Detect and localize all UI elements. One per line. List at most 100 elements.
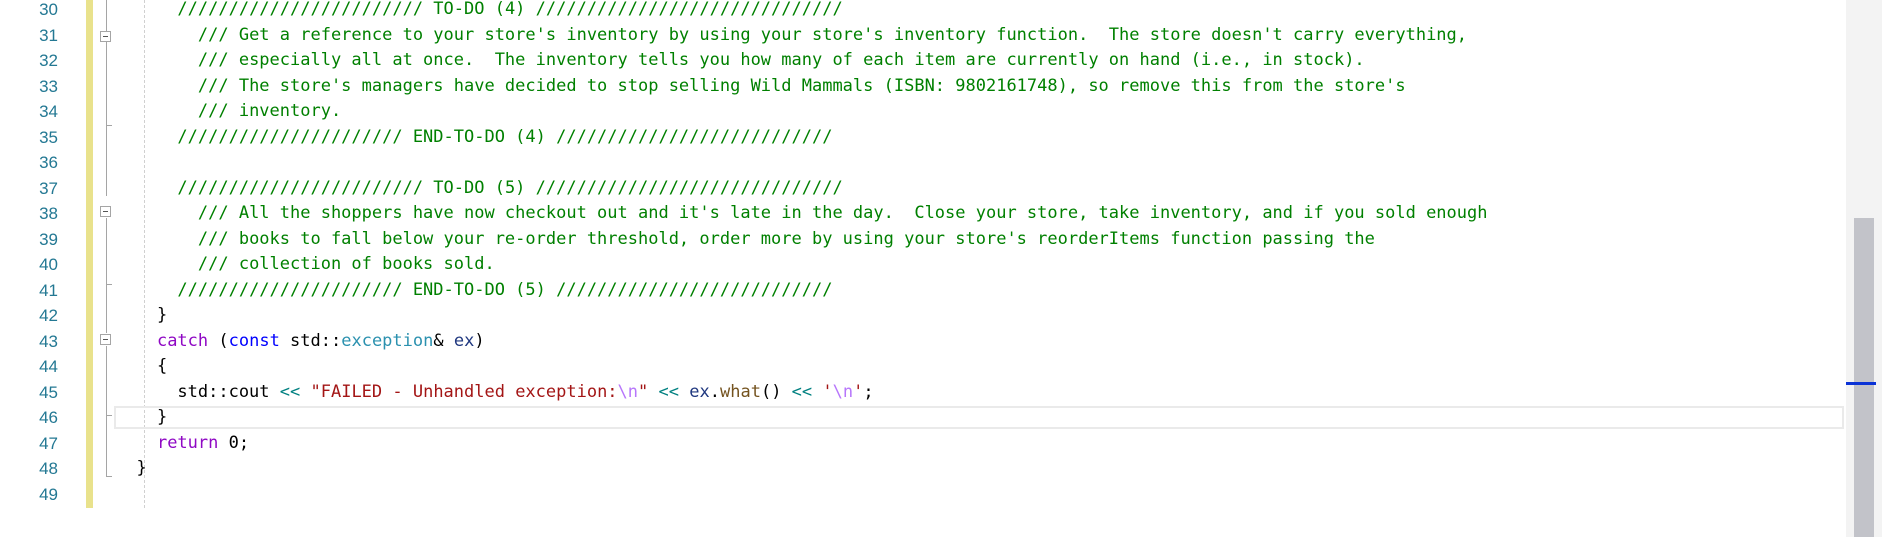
code-token: /// collection of books sold.: [197, 254, 495, 274]
line-number: 36: [39, 153, 58, 172]
line-number: 37: [39, 178, 58, 198]
line-number: 43: [39, 331, 58, 351]
code-line[interactable]: //////////////////////// TO-DO (5) /////…: [116, 176, 1836, 202]
line-number: 45: [39, 382, 58, 402]
code-line[interactable]: ////////////////////// END-TO-DO (4) ///…: [116, 125, 1836, 151]
change-tracking-bar: [86, 0, 93, 508]
code-line[interactable]: /// All the shoppers have now checkout o…: [116, 201, 1836, 227]
code-token: <<: [791, 381, 813, 402]
code-token: (): [760, 381, 792, 402]
line-number: 48: [39, 459, 58, 478]
code-token: std::: [279, 330, 342, 351]
line-number: 31: [39, 25, 58, 45]
line-number: 35: [39, 127, 58, 147]
line-number: 47: [39, 433, 58, 453]
code-line[interactable]: /// The store's managers have decided to…: [116, 74, 1836, 100]
line-number-gutter: 30 31 32 33 34 35 36 37 38 39 40 41 42 43 44 45 46 47 48 49: [0, 0, 72, 507]
code-token: ////////////////////// END-TO-DO (5) ///…: [177, 279, 833, 300]
code-token: &: [433, 330, 454, 351]
code-token: \n: [832, 381, 854, 402]
code-token: \n: [617, 381, 639, 402]
code-token: ": [638, 381, 649, 402]
code-token: /// The store's managers have decided to…: [197, 75, 1406, 96]
code-token: {: [116, 356, 168, 376]
code-token: ;: [863, 381, 874, 402]
code-line[interactable]: }: [116, 303, 1836, 329]
code-token: 0;: [218, 432, 250, 453]
code-token: "FAILED - Unhandled exception:: [310, 381, 618, 402]
code-token: const: [228, 330, 280, 351]
code-token: /// Get a reference to your store's inve…: [197, 24, 1468, 45]
code-line[interactable]: /// books to fall below your re-order th…: [116, 227, 1836, 253]
code-token: }: [116, 305, 168, 325]
code-editor[interactable]: 30 31 32 33 34 35 36 37 38 39 40 41 42 43 44 45 46 47 48 49…: [0, 0, 1882, 537]
code-token: ////////////////////// END-TO-DO (4) ///…: [177, 126, 833, 147]
code-token: //////////////////////// TO-DO (5) /////…: [177, 177, 843, 198]
code-token: /// inventory.: [197, 101, 342, 121]
code-token: ex: [689, 381, 710, 402]
code-line[interactable]: ////////////////////// END-TO-DO (5) ///…: [116, 278, 1836, 304]
code-token: <<: [279, 381, 301, 402]
line-number: 32: [39, 51, 58, 70]
code-line[interactable]: /// inventory.: [116, 99, 1836, 125]
code-token: /// All the shoppers have now checkout o…: [197, 203, 1488, 223]
code-token: .: [709, 381, 720, 402]
code-line[interactable]: catch (const std::exception& ex): [116, 329, 1836, 355]
code-token: (: [208, 330, 229, 351]
line-number: 46: [39, 408, 58, 427]
code-token: }: [116, 407, 168, 427]
code-line[interactable]: }: [116, 456, 1836, 482]
code-line[interactable]: //////////////////////// TO-DO (4) /////…: [116, 0, 1836, 23]
code-line[interactable]: }: [116, 405, 1836, 431]
code-token: //////////////////////// TO-DO (4) /////…: [177, 0, 843, 19]
code-token: ': [853, 381, 864, 402]
code-token: <<: [658, 381, 680, 402]
line-number: 30: [39, 0, 58, 19]
line-number: 49: [39, 484, 58, 504]
line-number: 34: [39, 102, 58, 121]
caret-position-marker: [1846, 382, 1876, 385]
line-number: 40: [39, 255, 58, 274]
line-number: 44: [39, 357, 58, 376]
scrollbar-thumb[interactable]: [1854, 218, 1874, 537]
code-line[interactable]: [116, 482, 1836, 508]
code-line[interactable]: /// collection of books sold.: [116, 252, 1836, 278]
collapse-minus-icon[interactable]: [100, 31, 111, 42]
collapse-minus-icon[interactable]: [100, 206, 111, 217]
code-token: what: [720, 381, 761, 402]
code-token: }: [116, 458, 147, 478]
code-token: /// especially all at once. The inventor…: [197, 50, 1365, 70]
code-token: ): [474, 330, 485, 351]
code-token: /// books to fall below your re-order th…: [197, 228, 1375, 249]
code-line[interactable]: std::cout << "FAILED - Unhandled excepti…: [116, 380, 1836, 406]
code-line[interactable]: {: [116, 354, 1836, 380]
code-area[interactable]: //////////////////////// TO-DO (4) /////…: [116, 0, 1836, 507]
vertical-scrollbar[interactable]: [1846, 0, 1882, 537]
code-line[interactable]: /// Get a reference to your store's inve…: [116, 23, 1836, 49]
line-number: 38: [39, 204, 58, 223]
code-token: std::cout: [116, 381, 280, 402]
code-line[interactable]: return 0;: [116, 431, 1836, 457]
line-number: 42: [39, 306, 58, 325]
line-number: 33: [39, 76, 58, 96]
code-line[interactable]: /// especially all at once. The inventor…: [116, 48, 1836, 74]
code-token: exception: [341, 330, 434, 351]
collapse-minus-icon[interactable]: [100, 334, 111, 345]
code-line[interactable]: [116, 150, 1836, 176]
line-number: 39: [39, 229, 58, 249]
